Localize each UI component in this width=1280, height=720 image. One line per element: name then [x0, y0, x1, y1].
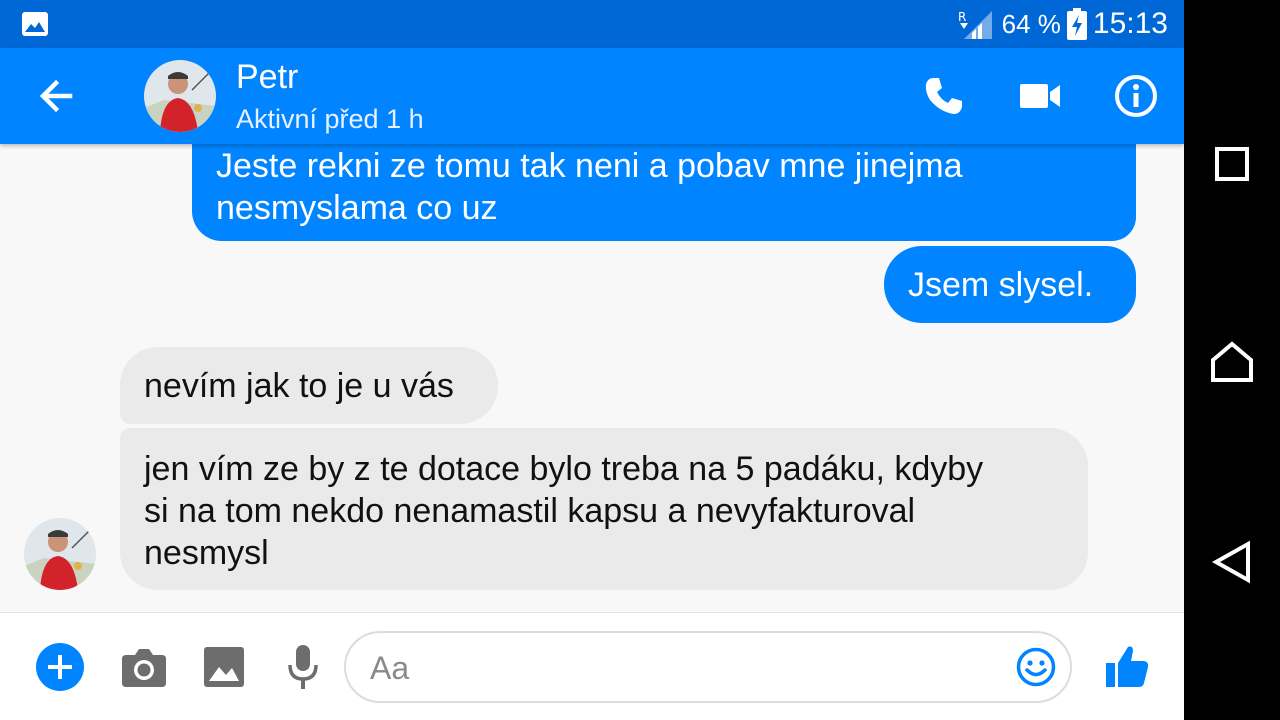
incoming-message[interactable]: nevím jak to je u vás	[120, 347, 498, 424]
status-bar-right: R 64 % 15:13	[958, 0, 1168, 48]
microphone-icon[interactable]	[286, 645, 320, 691]
outgoing-message[interactable]: Jeste rekni ze tomu tak neni a pobav mne…	[192, 144, 1136, 241]
emoji-icon[interactable]	[1016, 647, 1056, 687]
video-call-icon[interactable]	[1016, 72, 1064, 120]
contact-avatar[interactable]	[144, 60, 216, 132]
battery-percent: 64 %	[1001, 8, 1061, 39]
avatar-photo	[144, 60, 216, 132]
camera-icon[interactable]	[122, 647, 166, 687]
message-input-field[interactable]	[344, 631, 1072, 703]
arrow-back-icon[interactable]	[30, 70, 82, 122]
avatar-photo	[24, 518, 96, 590]
status-bar: R 64 % 15:13	[0, 0, 1184, 48]
gallery-icon[interactable]	[204, 647, 244, 687]
thumbs-up-icon[interactable]	[1104, 643, 1150, 689]
system-navigation-bar	[1184, 0, 1280, 720]
image-icon	[22, 12, 48, 36]
message-list[interactable]: Jeste rekni ze tomu tak neni a pobav mne…	[0, 144, 1184, 612]
message-composer	[0, 612, 1184, 720]
battery-charging-icon	[1066, 8, 1087, 40]
signal-roaming-icon: R	[958, 10, 992, 39]
info-icon[interactable]	[1112, 72, 1160, 120]
contact-active-status: Aktivní před 1 h	[236, 104, 424, 134]
outgoing-message[interactable]: Jsem slysel.	[884, 246, 1136, 323]
clock: 15:13	[1092, 7, 1168, 40]
recents-icon[interactable]	[1208, 140, 1256, 188]
contact-name[interactable]: Petr	[236, 58, 298, 97]
conversation-header: Petr Aktivní před 1 h	[0, 48, 1184, 144]
roaming-label: R	[958, 10, 966, 24]
plus-icon[interactable]	[36, 643, 84, 691]
messenger-screen: R 64 % 15:13 Petr Aktivní před 1 h Jeste…	[0, 0, 1184, 720]
back-triangle-icon[interactable]	[1208, 538, 1256, 586]
sender-avatar[interactable]	[24, 518, 96, 590]
home-icon[interactable]	[1208, 338, 1256, 386]
message-input[interactable]	[368, 645, 972, 691]
phone-icon[interactable]	[920, 72, 968, 120]
incoming-message[interactable]: jen vím ze by z te dotace bylo treba na …	[120, 428, 1088, 590]
